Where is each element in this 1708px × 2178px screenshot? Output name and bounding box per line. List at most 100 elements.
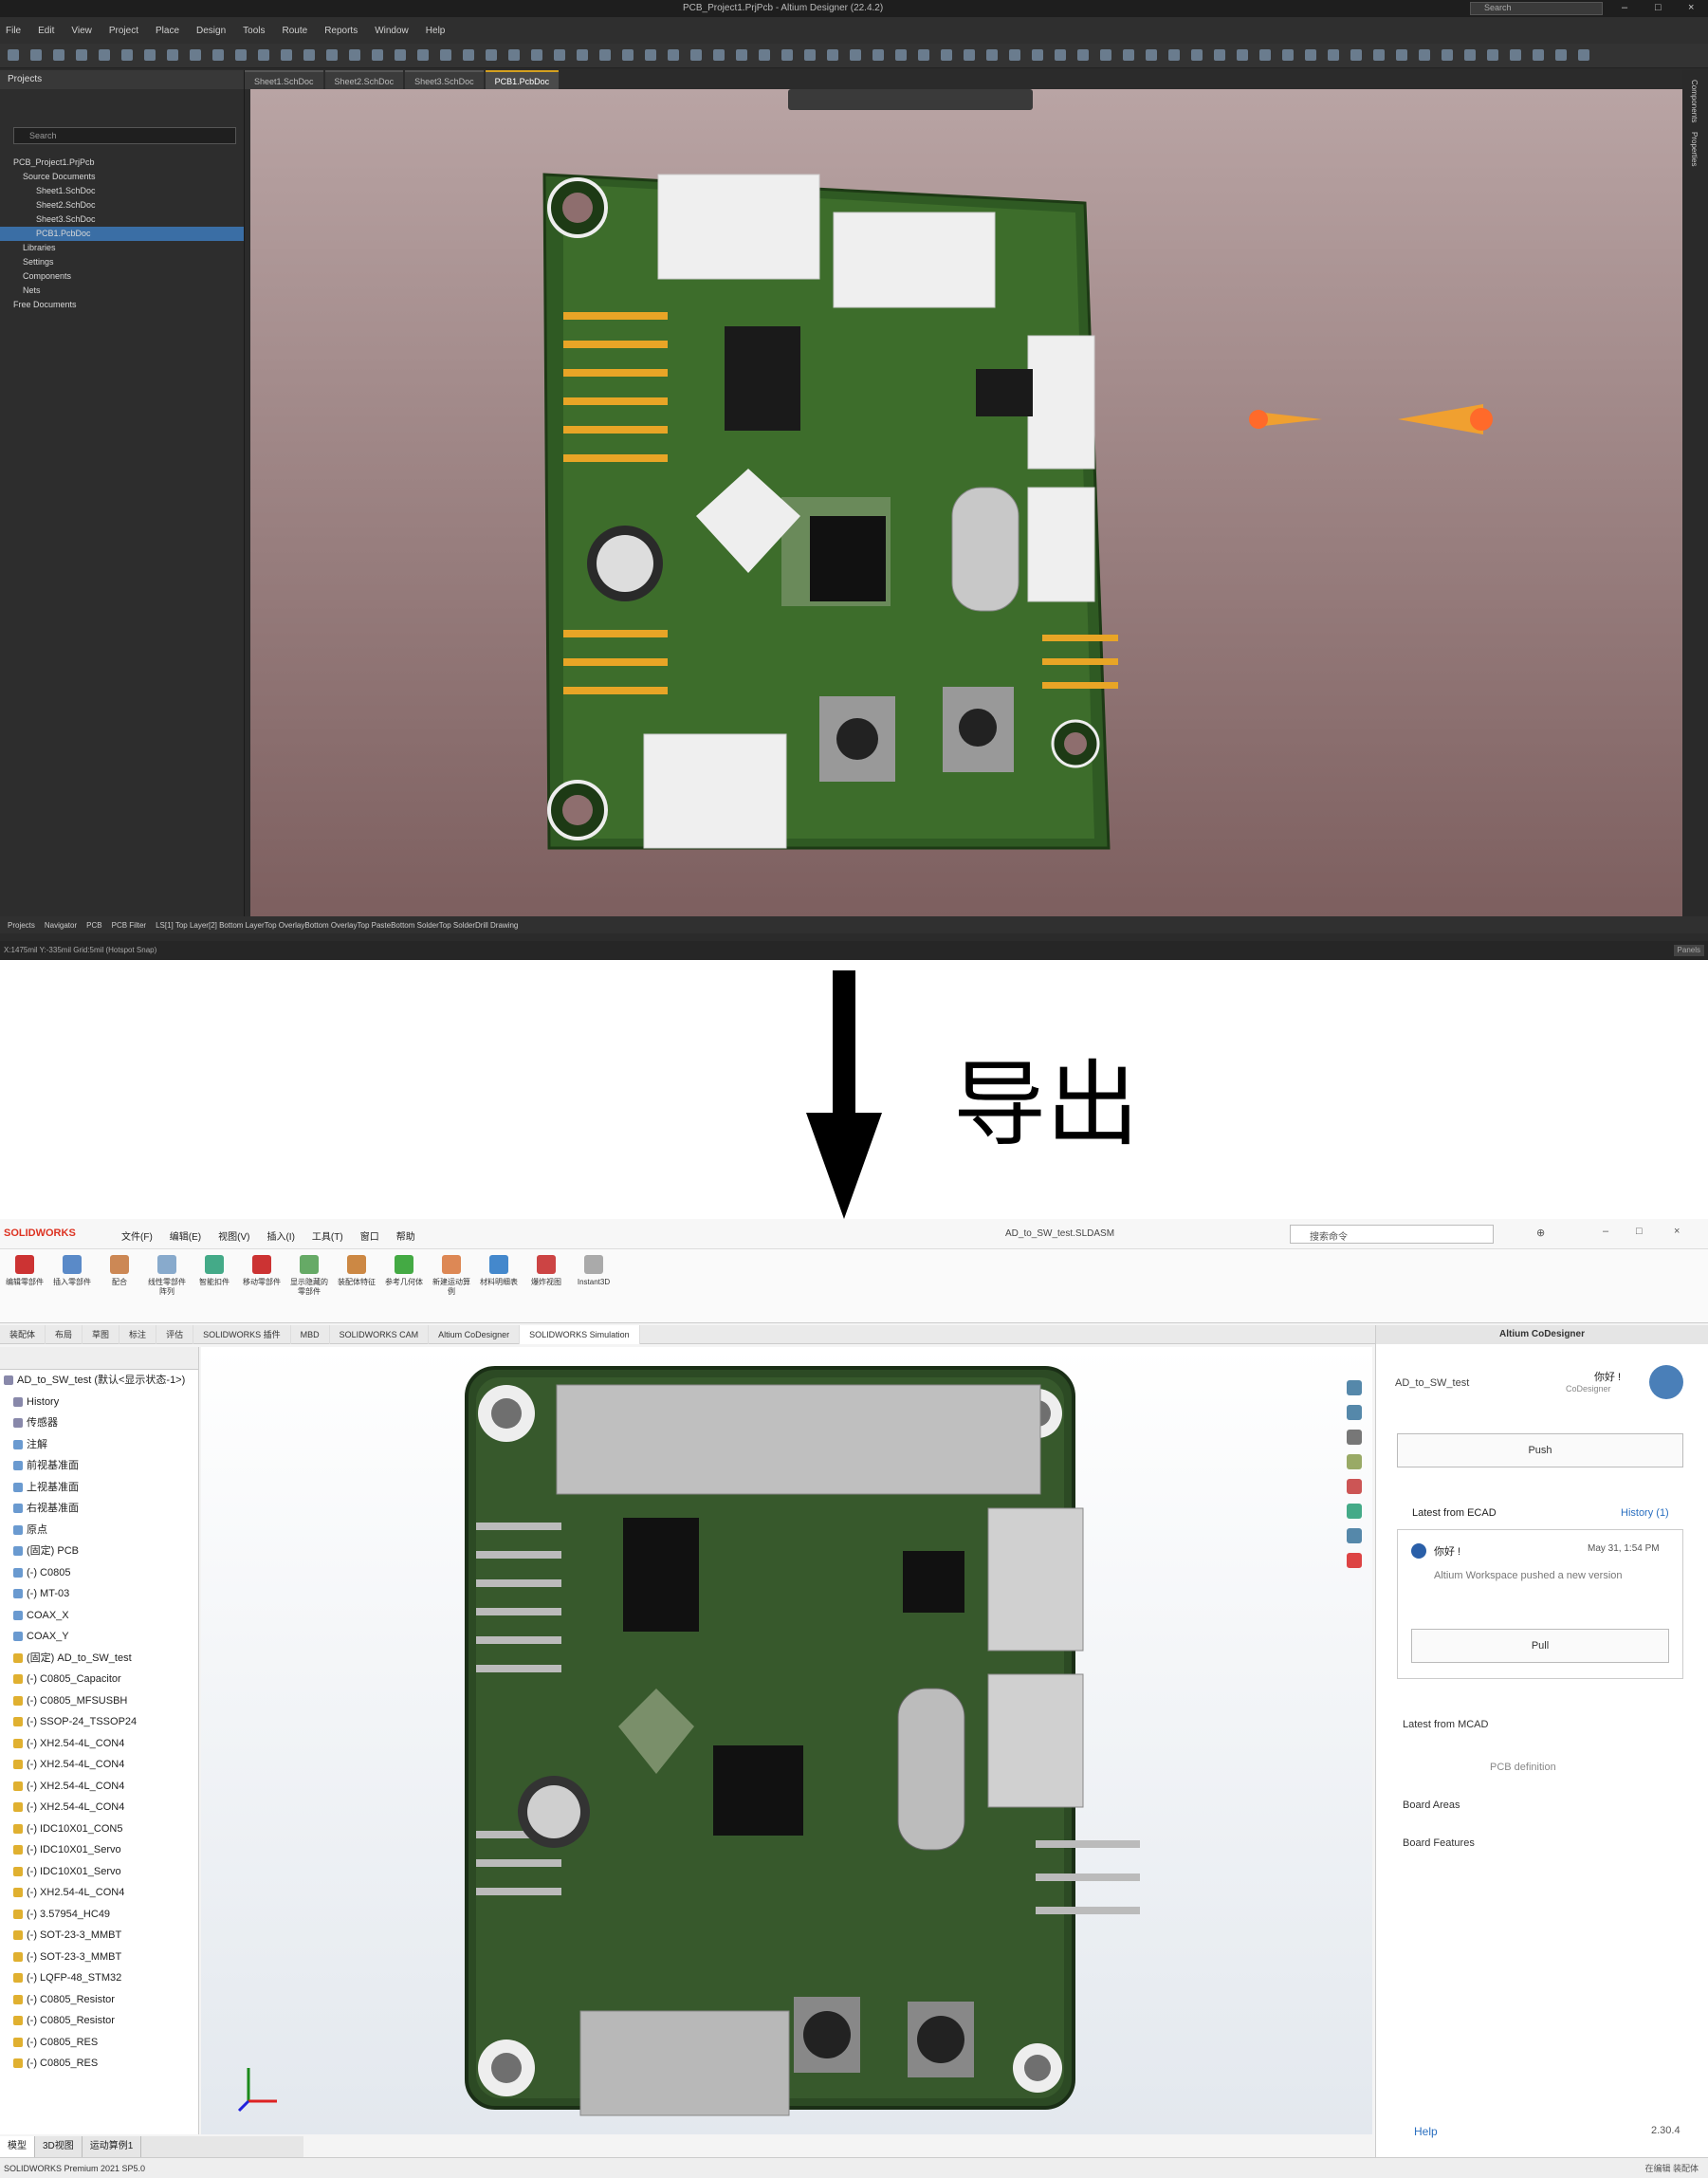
menu-item[interactable]: Help	[426, 26, 446, 36]
tree-row[interactable]: 注解	[0, 1434, 198, 1456]
toolbar-button-icon[interactable]	[417, 49, 429, 61]
toolbar-button-icon[interactable]	[303, 49, 315, 61]
toolbar-button-icon[interactable]	[1168, 49, 1180, 61]
tree-item[interactable]: Components	[0, 269, 244, 284]
tree-row[interactable]: History	[0, 1392, 198, 1413]
task-pane-icon[interactable]	[1347, 1380, 1362, 1395]
avatar[interactable]	[1649, 1365, 1683, 1399]
toolbar-button-icon[interactable]	[1100, 49, 1111, 61]
panel-tab[interactable]: PCB	[86, 921, 101, 930]
toolbar-button-icon[interactable]	[1555, 49, 1567, 61]
tree-row[interactable]: (-) IDC10X01_Servo	[0, 1861, 198, 1883]
tree-row[interactable]: (-) C0805_RES	[0, 2053, 198, 2075]
sw-menu-item[interactable]: 工具(T)	[312, 1228, 343, 1243]
tab-document[interactable]: PCB1.PcbDoc	[485, 70, 560, 89]
ribbon-button[interactable]: 爆炸视图	[525, 1255, 567, 1287]
toolbar-button-icon[interactable]	[918, 49, 929, 61]
side-panel-tab[interactable]: Properties	[1690, 132, 1699, 166]
toolbar-button-icon[interactable]	[668, 49, 679, 61]
toolbar-button-icon[interactable]	[850, 49, 861, 61]
projects-search[interactable]: Search	[13, 127, 236, 144]
toolbar-button-icon[interactable]	[212, 49, 224, 61]
toolbar-button-icon[interactable]	[1350, 49, 1362, 61]
tree-row[interactable]: (-) XH2.54-4L_CON4	[0, 1797, 198, 1818]
toolbar-button-icon[interactable]	[1077, 49, 1089, 61]
minimize-icon[interactable]: –	[1622, 2, 1627, 13]
tree-row[interactable]: (-) C0805_Resistor	[0, 1989, 198, 2011]
minimize-icon[interactable]: –	[1603, 1226, 1608, 1237]
sw-bottom-tab[interactable]: 模型	[0, 2136, 35, 2157]
task-pane-icon[interactable]	[1347, 1405, 1362, 1420]
close-icon[interactable]: ×	[1688, 2, 1694, 13]
toolbar-button-icon[interactable]	[395, 49, 406, 61]
toolbar-button-icon[interactable]	[1259, 49, 1271, 61]
toolbar-button-icon[interactable]	[235, 49, 247, 61]
tree-row[interactable]: (固定) PCB	[0, 1541, 198, 1562]
toolbar-button-icon[interactable]	[53, 49, 64, 61]
toolbar-button-icon[interactable]	[531, 49, 542, 61]
tree-row[interactable]: COAX_X	[0, 1605, 198, 1627]
layer-tab[interactable]: Bottom Solder	[391, 921, 439, 930]
panel-tab[interactable]: Navigator	[45, 921, 77, 930]
task-pane-icon[interactable]	[1347, 1528, 1362, 1543]
toolbar-button-icon[interactable]	[372, 49, 383, 61]
toolbar-button-icon[interactable]	[1578, 49, 1589, 61]
toolbar-button-icon[interactable]	[349, 49, 360, 61]
toolbar-button-icon[interactable]	[599, 49, 611, 61]
tree-row[interactable]: (-) MT-03	[0, 1583, 198, 1605]
sw-tab[interactable]: 标注	[119, 1325, 157, 1344]
toolbar-button-icon[interactable]	[872, 49, 884, 61]
ribbon-button[interactable]: 配合	[99, 1255, 140, 1287]
sw-menu-item[interactable]: 文件(F)	[121, 1228, 153, 1243]
toolbar-button-icon[interactable]	[1032, 49, 1043, 61]
sw-tab[interactable]: SOLIDWORKS Simulation	[520, 1325, 640, 1344]
layer-tab[interactable]: Bottom Overlay	[304, 921, 357, 930]
sw-menu-item[interactable]: 帮助	[396, 1228, 415, 1243]
layer-tab[interactable]: [2] Bottom Layer	[209, 921, 265, 930]
layer-tab[interactable]: LS	[156, 921, 165, 930]
toolbar-button-icon[interactable]	[1237, 49, 1248, 61]
toolbar-button-icon[interactable]	[577, 49, 588, 61]
toolbar-button-icon[interactable]	[1009, 49, 1020, 61]
side-panel-tab[interactable]: Components	[1690, 80, 1699, 122]
menu-item[interactable]: View	[71, 26, 92, 36]
menu-item[interactable]: Place	[156, 26, 179, 36]
sw-tab[interactable]: 布局	[46, 1325, 83, 1344]
toolbar-button-icon[interactable]	[508, 49, 520, 61]
toolbar-button-icon[interactable]	[1396, 49, 1407, 61]
task-pane-icon[interactable]	[1347, 1553, 1362, 1568]
tree-row[interactable]: AD_to_SW_test (默认<显示状态-1>)	[0, 1370, 198, 1392]
tree-item[interactable]: Source Documents	[0, 170, 244, 184]
toolbar-button-icon[interactable]	[622, 49, 634, 61]
sw-menu-item[interactable]: 插入(I)	[266, 1228, 294, 1243]
toolbar-button-icon[interactable]	[827, 49, 838, 61]
toolbar-button-icon[interactable]	[30, 49, 42, 61]
ribbon-button[interactable]: 移动零部件	[241, 1255, 283, 1287]
menu-item[interactable]: Reports	[324, 26, 358, 36]
maximize-icon[interactable]: □	[1655, 2, 1662, 13]
toolbar-button-icon[interactable]	[895, 49, 907, 61]
layer-tab[interactable]: [1] Top Layer	[165, 921, 209, 930]
toolbar-button-icon[interactable]	[645, 49, 656, 61]
toolbar-button-icon[interactable]	[986, 49, 998, 61]
task-pane-icon[interactable]	[1347, 1504, 1362, 1519]
tree-row[interactable]: (-) C0805_Capacitor	[0, 1669, 198, 1690]
tree-row[interactable]: (-) IDC10X01_Servo	[0, 1839, 198, 1861]
sw-bottom-tab[interactable]: 3D视图	[35, 2136, 83, 2157]
panels-button[interactable]: Panels	[1673, 945, 1704, 956]
toolbar-button-icon[interactable]	[1442, 49, 1453, 61]
menu-item[interactable]: Project	[109, 26, 138, 36]
sw-search-input[interactable]: 搜索命令	[1290, 1225, 1494, 1244]
layer-tab[interactable]: Top Overlay	[265, 921, 305, 930]
toolbar-button-icon[interactable]	[804, 49, 816, 61]
toolbar-button-icon[interactable]	[781, 49, 793, 61]
menu-item[interactable]: Route	[283, 26, 308, 36]
toolbar-button-icon[interactable]	[76, 49, 87, 61]
tree-row[interactable]: (-) LQFP-48_STM32	[0, 1967, 198, 1989]
toolbar-button-icon[interactable]	[190, 49, 201, 61]
tree-item[interactable]: Sheet2.SchDoc	[0, 198, 244, 212]
tree-row[interactable]: COAX_Y	[0, 1626, 198, 1648]
menu-item[interactable]: Tools	[243, 26, 265, 36]
ribbon-button[interactable]: 线性零部件阵列	[146, 1255, 188, 1297]
tree-item[interactable]: Sheet3.SchDoc	[0, 212, 244, 227]
